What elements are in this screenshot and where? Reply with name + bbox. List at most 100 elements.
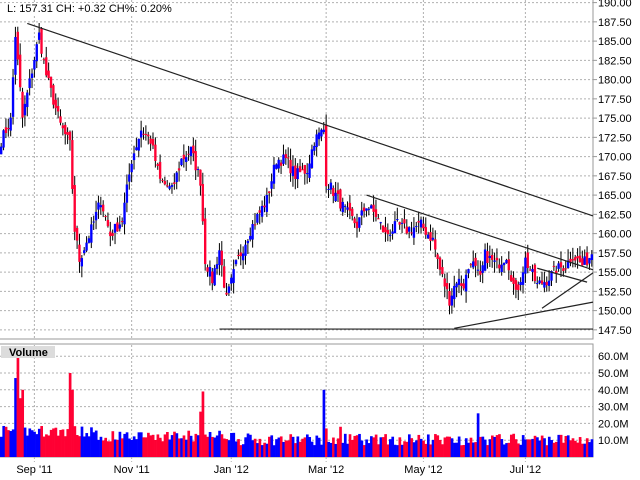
volume-bar [196,435,200,457]
candle-body [83,250,86,254]
candle-body [189,146,193,157]
candle-body [310,149,314,168]
candle-body [583,256,586,265]
candle-body [75,227,79,241]
candle-body [474,257,477,266]
volume-bar [206,436,210,457]
candle-body [158,161,162,179]
candle-body [111,233,114,236]
candle-body [360,210,363,216]
volume-bar [175,433,179,457]
candle-body [372,204,375,212]
volume-bar [377,444,380,457]
volume-tick-label: 10.0M [598,435,629,447]
volume-bar [479,436,482,457]
candle-body [305,173,309,175]
candle-body [417,220,420,223]
volume-bar [303,437,307,457]
volume-bar [434,434,437,457]
volume-bar [343,433,347,457]
candle-body [11,77,15,117]
candle-body [386,229,390,235]
volume-bar [106,441,110,457]
volume-bar [574,440,577,457]
volume-bar [315,435,319,457]
volume-bar [559,434,563,457]
volume-bar [464,438,468,457]
candle-body [391,231,394,234]
candle-body [313,145,316,151]
volume-bar [94,430,98,457]
candle-body [239,252,242,257]
candle-body [547,280,551,286]
volume-bar [398,437,402,457]
candle-body [21,91,24,118]
volume-bar [557,434,561,457]
volume-bar [52,428,55,457]
candle-body [59,116,62,123]
volume-bar [424,443,428,457]
volume-bar [507,442,511,457]
volume-bar [296,436,300,457]
candle-body [9,117,12,131]
volume-bar [246,433,250,457]
volume-bar [135,439,138,457]
candle-body [244,244,247,256]
candle-body [213,268,216,286]
candle-body [500,264,503,273]
volume-bar [244,437,247,457]
volume-bar [218,430,221,457]
volume-tick-label: 40.0M [598,385,629,397]
volume-bar [111,431,115,457]
volume-bar [370,436,373,457]
volume-bar [275,439,278,457]
trendline [27,22,594,217]
candle-body [18,54,22,88]
volume-bar [443,437,447,457]
volume-bar [512,433,516,457]
candle-body [104,216,107,218]
candle-body [441,267,444,275]
volume-bar [453,442,456,457]
stock-chart: 190.00 187.50 185.00 182.50 180.00 177.50 175.… [0,0,632,476]
volume-bar [519,444,523,457]
candle-body [78,244,81,262]
candle-body [275,164,278,169]
candle-body [320,129,323,137]
candle-body [351,208,354,217]
volume-bar [365,439,368,457]
volume-bar [147,432,150,457]
volume-bar [203,434,207,457]
candle-body [526,252,529,269]
volume-bar [400,444,404,457]
volume-bar [215,435,219,457]
candle-body [329,182,333,190]
candle-body [203,218,207,265]
volume-bar [163,434,167,457]
volume-bar [472,442,475,457]
price-tick-label: 165.00 [598,190,632,202]
candle-body [581,258,584,266]
volume-bar [192,441,195,457]
candle-body [578,255,582,262]
candle-body [47,70,50,79]
candle-body [199,169,202,186]
candle-body [272,164,276,184]
time-tick-label: Mar '12 [308,464,344,476]
volume-bar [322,389,326,457]
volume-bar [9,431,13,457]
volume-bar [483,439,487,457]
volume-bar [16,349,20,457]
volume-bar [505,443,508,457]
volume-bar [329,442,333,457]
candle-body [4,127,8,134]
volume-bar [407,434,411,457]
volume-bar [90,427,93,457]
volume-bar [241,444,245,457]
volume-bar [521,435,525,457]
candle-body [45,57,48,76]
candle-body [144,133,148,135]
volume-bar [234,441,238,457]
candle-body [263,205,266,208]
candle-body [531,268,534,273]
